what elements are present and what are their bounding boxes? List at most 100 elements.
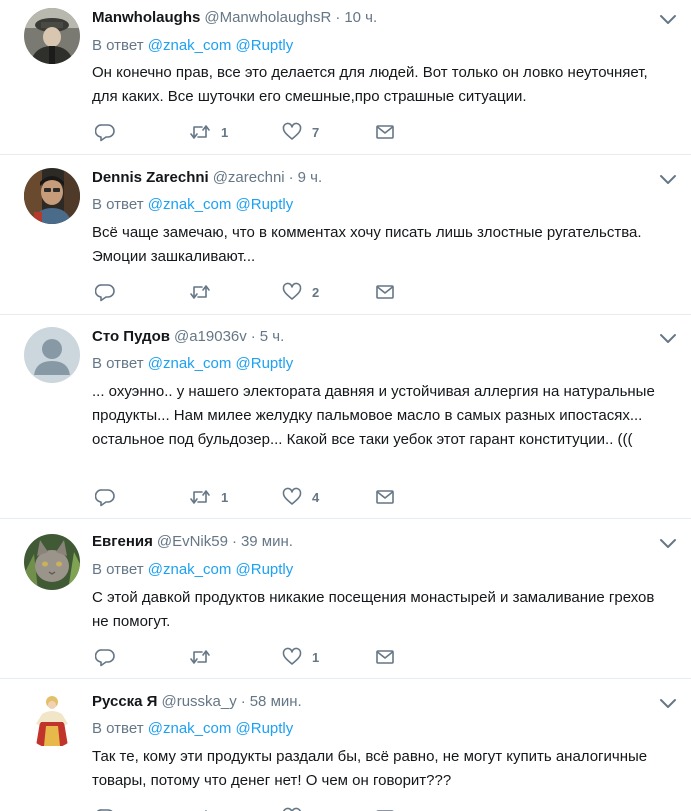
tweet-text: С этой давкой продуктов никакие посещени… [92, 589, 655, 630]
author-handle[interactable]: @a19036v [174, 328, 247, 345]
retweet-icon [190, 650, 210, 664]
heart-icon [282, 122, 302, 140]
separator: · [335, 9, 341, 26]
heart-icon [283, 807, 301, 811]
reply-button[interactable] [95, 122, 115, 142]
reply-context: В ответ @znak_com @Ruptly [92, 195, 293, 215]
chevron-down-icon[interactable] [659, 172, 677, 186]
retweet-icon [205, 810, 207, 811]
avatar[interactable] [24, 534, 80, 590]
avatar[interactable] [24, 327, 80, 383]
like-button[interactable]: 7 [282, 122, 319, 142]
timestamp[interactable]: 5 ч. [260, 328, 285, 345]
tweet-header: Manwholaughs @ManwholaughsR · 10 ч. [92, 8, 661, 28]
mention-link[interactable]: @znak_com [148, 196, 232, 213]
tweet-text: Всё чаще замечаю, что в комментах хочу п… [92, 224, 642, 265]
retweet-icon [190, 125, 210, 139]
author-name[interactable]: Dennis Zarechni [92, 169, 209, 186]
envelope-icon [376, 490, 394, 504]
reply-button[interactable] [95, 807, 115, 811]
envelope-icon [376, 285, 394, 299]
author-handle[interactable]: @zarechni [213, 169, 285, 186]
author-handle[interactable]: @ManwholaughsR [204, 9, 331, 26]
mention-link[interactable]: @Ruptly [236, 196, 294, 213]
reply-prefix: В ответ [92, 720, 144, 737]
chevron-down-icon[interactable] [659, 12, 677, 26]
like-button[interactable]: 2 [282, 282, 319, 302]
author-name[interactable]: Manwholaughs [92, 9, 200, 26]
reply-icon [95, 649, 115, 667]
tweet-header: Dennis Zarechni @zarechni · 9 ч. [92, 168, 661, 188]
timestamp[interactable]: 10 ч. [344, 9, 377, 26]
envelope-icon [376, 125, 394, 139]
tweet-text: Он конечно прав, все это делается для лю… [92, 64, 648, 105]
reply-icon [95, 124, 115, 142]
message-button[interactable] [375, 807, 395, 811]
author-name[interactable]: Евгения [92, 533, 153, 550]
message-button[interactable] [375, 282, 395, 302]
tweet[interactable]: Русска Я @russka_y · 58 мин. В ответ @znak_… [0, 679, 691, 811]
chevron-down-icon[interactable] [659, 696, 677, 710]
mention-link[interactable]: @Ruptly [236, 561, 294, 578]
heart-icon [282, 647, 302, 665]
reply-button[interactable] [95, 647, 115, 667]
retweet-button[interactable] [189, 807, 221, 811]
tweet-text: ... охуэнно.. у нашего электората давняя… [92, 383, 655, 448]
mention-link[interactable]: @znak_com [148, 561, 232, 578]
retweet-button[interactable] [189, 647, 221, 667]
tweet[interactable]: Dennis Zarechni @zarechni · 9 ч. В ответ @z… [0, 155, 691, 315]
like-button[interactable]: 1 [282, 647, 319, 667]
timestamp[interactable]: 58 мин. [250, 693, 302, 710]
tweet[interactable]: Сто Пудов @a19036v · 5 ч. В ответ @znak_com… [0, 315, 691, 519]
separator: · [288, 169, 294, 186]
chevron-down-icon[interactable] [659, 331, 677, 345]
timestamp[interactable]: 9 ч. [298, 169, 323, 186]
message-button[interactable] [375, 647, 395, 667]
reply-context: В ответ @znak_com @Ruptly [92, 36, 293, 56]
reply-prefix: В ответ [92, 196, 144, 213]
like-count: 2 [312, 284, 320, 300]
reply-button[interactable] [95, 282, 115, 302]
avatar[interactable] [24, 8, 80, 64]
like-count: 1 [312, 649, 320, 665]
separator: · [231, 533, 237, 550]
reply-prefix: В ответ [92, 561, 144, 578]
chevron-down-icon[interactable] [659, 536, 677, 550]
retweet-button[interactable]: 1 [189, 487, 228, 507]
message-button[interactable] [375, 487, 395, 507]
mention-link[interactable]: @Ruptly [236, 355, 294, 372]
avatar[interactable] [24, 692, 80, 748]
message-button[interactable] [375, 122, 395, 142]
retweet-icon [190, 490, 210, 504]
reply-icon [95, 284, 115, 302]
separator: · [240, 693, 246, 710]
retweet-button[interactable]: 1 [189, 122, 228, 142]
mention-link[interactable]: @Ruptly [236, 37, 294, 54]
mention-link[interactable]: @Ruptly [236, 720, 294, 737]
retweet-button[interactable] [189, 282, 221, 302]
reply-context: В ответ @znak_com @Ruptly [92, 719, 293, 739]
like-button[interactable] [282, 807, 312, 811]
reply-prefix: В ответ [92, 355, 144, 372]
timestamp[interactable]: 39 мин. [241, 533, 293, 550]
mention-link[interactable]: @znak_com [148, 720, 232, 737]
envelope-icon [376, 810, 394, 811]
mention-link[interactable]: @znak_com [148, 355, 232, 372]
author-handle[interactable]: @EvNik59 [157, 533, 228, 550]
like-count: 7 [312, 124, 320, 140]
author-name[interactable]: Сто Пудов [92, 328, 170, 345]
like-count: 4 [312, 489, 320, 505]
author-handle[interactable]: @russka_y [161, 693, 236, 710]
tweet-header: Евгения @EvNik59 · 39 мин. [92, 532, 661, 552]
reply-button[interactable] [95, 487, 115, 507]
reply-context: В ответ @znak_com @Ruptly [92, 354, 293, 374]
reply-icon [96, 809, 113, 811]
avatar[interactable] [24, 168, 80, 224]
retweet-count: 1 [221, 489, 229, 505]
tweet[interactable]: Manwholaughs @ManwholaughsR · 10 ч. В ответ… [0, 0, 691, 155]
author-name[interactable]: Русска Я [92, 693, 157, 710]
mention-link[interactable]: @znak_com [148, 37, 232, 54]
tweet[interactable]: Евгения @EvNik59 · 39 мин. В ответ @znak_co… [0, 519, 691, 679]
like-button[interactable]: 4 [282, 487, 319, 507]
reply-prefix: В ответ [92, 37, 144, 54]
